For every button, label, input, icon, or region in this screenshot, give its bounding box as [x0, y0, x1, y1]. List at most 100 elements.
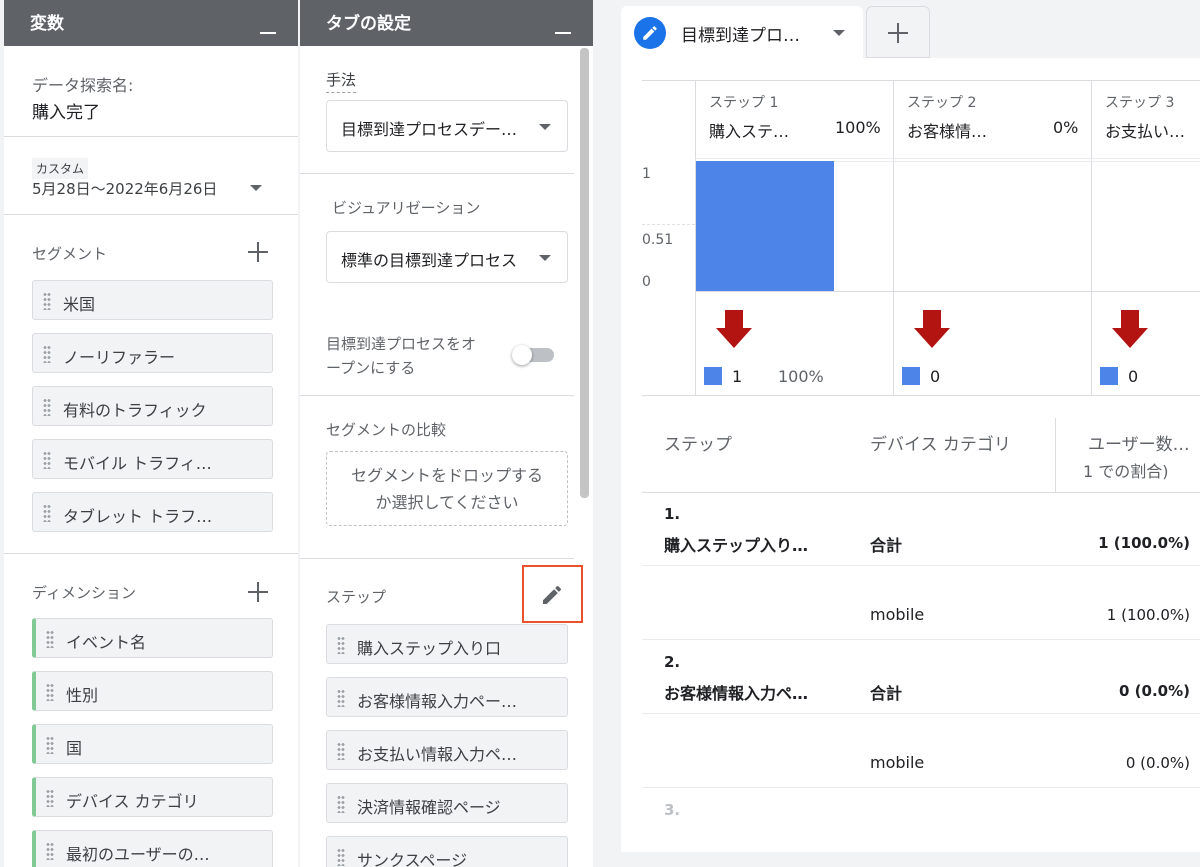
divider: [300, 173, 574, 174]
variables-panel-header: 変数: [4, 0, 298, 46]
funnel-chart: 1 0.51 0 ステップ 1 購入ステ… 100% ステップ 2 お客様情… …: [621, 58, 1200, 418]
open-funnel-label: 目標到達プロセスをオ ープンにする: [326, 335, 477, 377]
pencil-icon: [634, 17, 666, 49]
add-segment-button[interactable]: [248, 242, 268, 262]
tab-active[interactable]: 目標到達プロ…: [621, 6, 863, 58]
dropoff-arrow-icon: [1112, 310, 1148, 348]
segments-label: セグメント: [32, 245, 108, 263]
chevron-down-icon: [539, 124, 551, 130]
edit-steps-button[interactable]: [522, 565, 583, 623]
step-chip[interactable]: 決済情報確認ページ: [326, 783, 568, 823]
divider: [300, 395, 574, 396]
collapse-settings-button[interactable]: [555, 32, 571, 34]
tab-settings-title: タブの設定: [326, 14, 411, 34]
table-row[interactable]: mobile 0 (0.0%): [642, 715, 1200, 788]
segment-chip[interactable]: 米国: [32, 280, 273, 320]
step-count: 1: [732, 367, 743, 386]
drag-handle-icon: [337, 742, 345, 760]
tab-label: 目標到達プロ…: [681, 26, 800, 46]
date-range-selector[interactable]: 5月28日～2022年6月26日: [32, 178, 272, 202]
drag-handle-icon: [46, 630, 54, 648]
dimension-chip[interactable]: 性別: [32, 671, 273, 711]
segment-chip[interactable]: 有料のトラフィック: [32, 386, 273, 426]
steps-label: ステップ: [326, 588, 387, 606]
divider: [4, 136, 298, 137]
step-chip[interactable]: お客様情報入力ペー…: [326, 677, 568, 717]
collapse-variables-button[interactable]: [260, 32, 276, 34]
divider: [300, 558, 574, 559]
drag-handle-icon: [46, 789, 54, 807]
drag-handle-icon: [337, 636, 345, 654]
table-row[interactable]: 3.: [642, 789, 1200, 852]
legend-swatch: [1100, 367, 1118, 385]
visualization-label: ビジュアリゼーション: [332, 199, 481, 217]
table-header-users-sub: 1 での割合): [1083, 462, 1169, 481]
pencil-icon: [543, 585, 562, 604]
drag-handle-icon: [46, 736, 54, 754]
scrollbar[interactable]: [580, 48, 589, 498]
divider: [4, 214, 298, 215]
technique-select[interactable]: 目標到達プロセスデー…: [326, 100, 568, 152]
legend-swatch: [704, 367, 722, 385]
canvas: 1 0.51 0 ステップ 1 購入ステ… 100% ステップ 2 お客様情… …: [621, 58, 1200, 852]
add-dimension-button[interactable]: [248, 582, 268, 602]
drag-handle-icon: [337, 795, 345, 813]
tab-settings-panel: タブの設定 手法 目標到達プロセスデー… ビジュアリゼーション 標準の目標到達プ…: [300, 0, 593, 867]
table-header-users[interactable]: ユーザー数…: [1088, 430, 1190, 455]
step-chip[interactable]: サンクスページ: [326, 836, 568, 867]
open-funnel-toggle[interactable]: [512, 345, 556, 365]
bars-layer: [621, 58, 1200, 418]
table-row[interactable]: 2. お客様情報入力ペ… 合計 0 (0.0%): [642, 641, 1200, 714]
legend-swatch: [902, 367, 920, 385]
dimension-chip[interactable]: イベント名: [32, 618, 273, 658]
add-tab-button[interactable]: [866, 6, 930, 58]
table-header-device[interactable]: デバイス カテゴリ: [870, 430, 1011, 455]
technique-label: 手法: [326, 69, 357, 93]
chevron-down-icon[interactable]: [833, 30, 845, 36]
step-chip[interactable]: 購入ステップ入り口: [326, 624, 568, 664]
segment-chip[interactable]: タブレット トラフ…: [32, 492, 273, 532]
step-count: 0: [1128, 367, 1139, 386]
variables-panel: 変数 データ探索名: 購入完了 カスタム 5月28日～2022年6月26日 セグ…: [4, 0, 298, 867]
segment-compare-label: セグメントの比較: [326, 421, 447, 439]
step-count-pct: 100%: [778, 367, 824, 386]
segment-chip[interactable]: ノーリファラー: [32, 333, 273, 373]
drag-handle-icon: [43, 345, 51, 363]
step-chip[interactable]: お支払い情報入力ペ…: [326, 730, 568, 770]
table-header-step[interactable]: ステップ: [664, 430, 732, 455]
funnel-bar[interactable]: [696, 161, 834, 291]
drag-handle-icon: [43, 504, 51, 522]
toggle-knob: [512, 345, 532, 365]
drag-handle-icon: [46, 683, 54, 701]
chevron-down-icon: [250, 185, 262, 191]
divider: [4, 553, 298, 554]
drag-handle-icon: [43, 292, 51, 310]
variables-panel-title: 変数: [30, 14, 64, 34]
visualization-select[interactable]: 標準の目標到達プロセス: [326, 231, 568, 283]
dropoff-arrow-icon: [914, 310, 950, 348]
dimension-chip[interactable]: デバイス カテゴリ: [32, 777, 273, 817]
table-col-divider: [1055, 418, 1056, 493]
chevron-down-icon: [539, 255, 551, 261]
tab-settings-header: タブの設定: [300, 0, 593, 46]
segment-drop-zone[interactable]: セグメントをドロップする か選択してください: [326, 451, 568, 526]
table-row[interactable]: 1. 購入ステップ入り… 合計 1 (100.0%): [642, 493, 1200, 566]
date-badge: カスタム: [32, 158, 89, 179]
exploration-name-label: データ探索名:: [32, 76, 134, 95]
dimension-chip[interactable]: 最初のユーザーの…: [32, 830, 273, 867]
step-count: 0: [930, 367, 941, 386]
dimensions-label: ディメンション: [32, 584, 136, 602]
segment-chip[interactable]: モバイル トラフィ…: [32, 439, 273, 479]
drag-handle-icon: [43, 398, 51, 416]
date-range-value: 5月28日～2022年6月26日: [32, 180, 218, 198]
drag-handle-icon: [43, 451, 51, 469]
dropoff-arrow-icon: [716, 310, 752, 348]
plus-icon: [888, 23, 908, 43]
drag-handle-icon: [337, 848, 345, 866]
drag-handle-icon: [46, 842, 54, 860]
exploration-name-value[interactable]: 購入完了: [32, 98, 100, 123]
dimension-chip[interactable]: 国: [32, 724, 273, 764]
drag-handle-icon: [337, 689, 345, 707]
table-row[interactable]: mobile 1 (100.0%): [642, 567, 1200, 640]
data-table: ステップ デバイス カテゴリ ユーザー数… 1 での割合) 1. 購入ステップ入…: [642, 418, 1200, 852]
